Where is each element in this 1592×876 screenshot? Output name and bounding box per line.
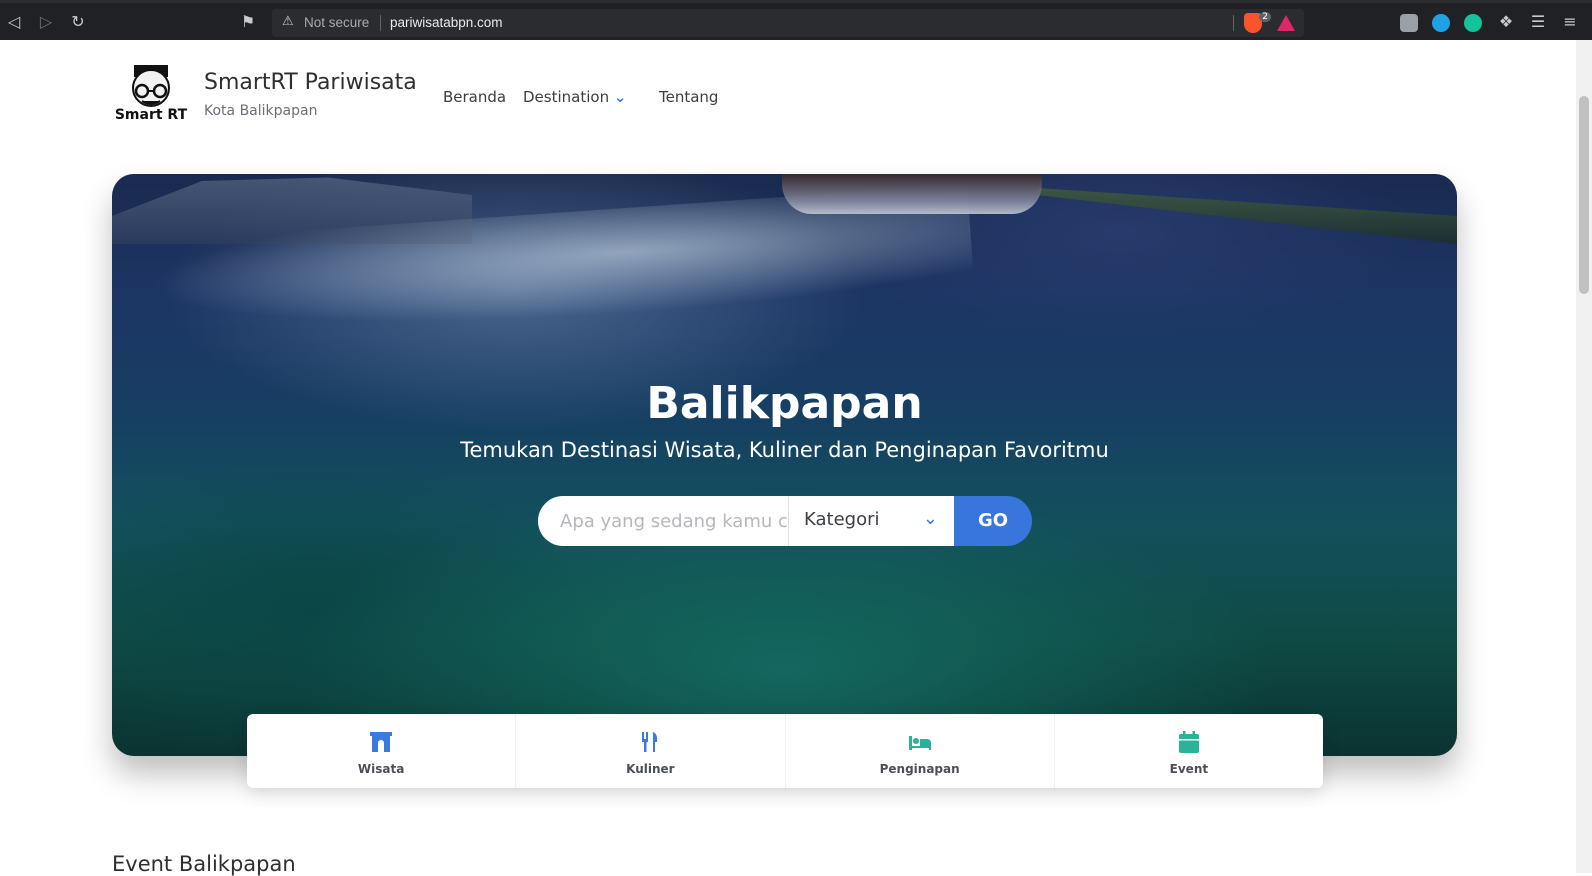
go-button[interactable]: GO (954, 496, 1032, 546)
bed-icon (908, 736, 931, 750)
hero-boat-image (782, 174, 1042, 214)
brave-count-badge: 2 (1259, 12, 1271, 22)
category-event[interactable]: Event (1055, 714, 1323, 788)
scrollbar-thumb[interactable] (1579, 96, 1589, 294)
divider (380, 15, 381, 31)
address-bar[interactable]: ⚠ Not secure pariwisatabpn.com 2 (272, 9, 1304, 37)
scrollbar[interactable] (1576, 40, 1592, 873)
forward-icon[interactable]: ▷ (36, 12, 56, 32)
calendar-icon (1178, 731, 1199, 753)
browser-toolbar: ◁ ▷ ↻ ⚑ ⚠ Not secure pariwisatabpn.com 2… (0, 0, 1592, 40)
hero-banner: Balikpapan Temukan Destinasi Wisata, Kul… (112, 174, 1457, 756)
search-form: Kategori ⌄ GO (538, 496, 1032, 546)
menu-icon[interactable]: ≡ (1560, 12, 1580, 32)
category-penginapan[interactable]: Penginapan (786, 714, 1055, 788)
hero-title: Balikpapan (646, 378, 923, 429)
hero-background (1037, 188, 1457, 244)
reload-icon[interactable]: ↻ (68, 12, 88, 32)
puzzle-icon[interactable]: ❖ (1496, 12, 1516, 32)
nav-item-label: Destination (523, 88, 610, 106)
category-wisata[interactable]: Wisata (247, 714, 517, 788)
chevron-down-icon: ⌄ (613, 88, 627, 106)
url-text[interactable]: pariwisatabpn.com (390, 15, 503, 30)
archway-icon (370, 732, 393, 752)
section-title-event: Event Balikpapan (112, 852, 296, 876)
category-select[interactable]: Kategori ⌄ (788, 496, 954, 546)
security-label: Not secure (304, 15, 370, 30)
category-label: Penginapan (879, 762, 960, 776)
hero-subtitle: Temukan Destinasi Wisata, Kuliner dan Pe… (460, 438, 1109, 462)
extension-icon[interactable] (1432, 14, 1450, 32)
search-input[interactable] (538, 496, 788, 546)
category-label: Event (1169, 762, 1209, 776)
category-label: Kuliner (626, 762, 675, 776)
site-title[interactable]: SmartRT Pariwisata (204, 70, 417, 95)
site-subtitle: Kota Balikpapan (204, 103, 318, 119)
category-bar: Wisata Kuliner Penginapan Event (247, 714, 1323, 788)
category-kuliner[interactable]: Kuliner (516, 714, 786, 788)
logo-text: Smart RT (114, 107, 188, 123)
extension-icon[interactable] (1400, 14, 1418, 32)
back-icon[interactable]: ◁ (4, 12, 24, 32)
grammarly-icon[interactable] (1464, 14, 1482, 32)
bookmark-icon[interactable]: ⚑ (238, 12, 258, 32)
site-logo[interactable]: Smart RT (112, 63, 190, 129)
media-icon[interactable]: ☰ (1528, 12, 1548, 32)
category-label: Wisata (357, 762, 405, 776)
divider (1233, 15, 1234, 31)
nav-item-destination[interactable]: Destination ⌄ (523, 88, 626, 106)
warning-icon: ⚠ (282, 14, 294, 29)
nav-item-tentang[interactable]: Tentang (659, 88, 718, 106)
category-select-value: Kategori (804, 509, 880, 530)
nav-item-beranda[interactable]: Beranda (443, 88, 506, 106)
brave-rewards-icon[interactable] (1277, 15, 1295, 31)
utensils-icon (642, 732, 658, 752)
chevron-down-icon: ⌄ (922, 508, 938, 529)
